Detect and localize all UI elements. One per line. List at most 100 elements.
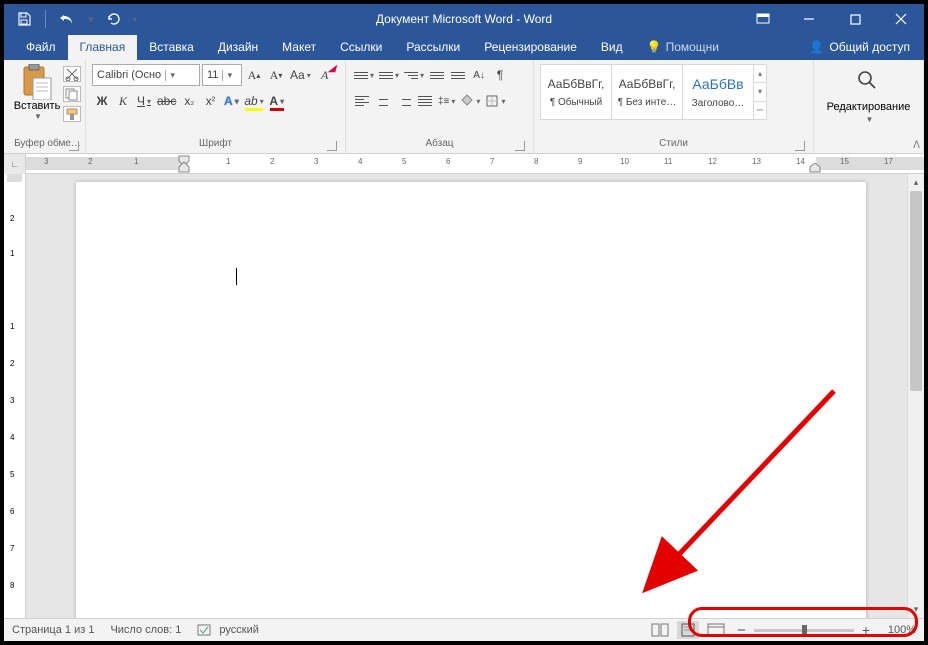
ruler-horizontal[interactable]: ∟ 3 2 1 1 2 3 4 5 6 7 8 9 10 11 12 13 14… (4, 154, 924, 174)
scroll-down-icon[interactable]: ▾ (908, 601, 924, 618)
align-center-icon[interactable] (373, 90, 393, 112)
person-icon: 👤 (809, 40, 824, 54)
indent-marker-right[interactable] (808, 163, 822, 173)
save-icon[interactable] (16, 11, 32, 27)
group-editing-label: Редактирование (827, 101, 911, 113)
dialog-launcher-icon[interactable] (69, 141, 79, 151)
read-mode-icon[interactable] (649, 621, 671, 639)
share-button[interactable]: 👤Общий доступ (797, 35, 924, 60)
styles-gallery-scroll[interactable]: ▴▾⎓ (753, 64, 767, 120)
strikethrough-button[interactable]: abc (155, 90, 178, 112)
tab-file[interactable]: Файл (14, 35, 68, 60)
close-icon[interactable] (878, 4, 924, 34)
grow-font-icon[interactable]: A▴ (244, 64, 264, 86)
tab-layout[interactable]: Макет (270, 35, 328, 60)
qat-customize-dropdown[interactable]: ▾ (133, 15, 137, 24)
font-name-combo[interactable]: Calibri (Осно▾ (92, 64, 200, 86)
status-wordcount[interactable]: Число слов: 1 (110, 624, 181, 636)
style-heading1[interactable]: АаБбВвЗаголово… (682, 64, 754, 120)
group-styles-label: Стили (659, 138, 688, 149)
proofing-icon[interactable]: русский (197, 623, 258, 637)
clipboard-icon (20, 64, 54, 100)
group-clipboard: Вставить ▼ Буфер обме… (4, 60, 86, 153)
format-painter-icon[interactable] (63, 106, 81, 122)
indent-marker-left[interactable] (176, 155, 192, 173)
undo-dropdown[interactable]: ▼ (87, 15, 95, 24)
web-layout-icon[interactable] (705, 621, 727, 639)
zoom-slider[interactable] (754, 629, 854, 632)
show-marks-icon[interactable]: ¶ (490, 64, 510, 86)
ribbon-display-options-icon[interactable] (740, 4, 786, 34)
tab-view[interactable]: Вид (589, 35, 635, 60)
sort-icon[interactable]: A↓ (469, 64, 489, 86)
text-cursor (236, 268, 237, 285)
group-paragraph: ▾ ▾ ▾ A↓ ¶ ‡≡▾ ▾ ▾ Абзац (346, 60, 534, 153)
document-area: 2 1 1 2 3 4 5 6 7 8 (4, 174, 924, 618)
group-styles: АаБбВвГг,¶ Обычный АаБбВвГг,¶ Без инте… … (534, 60, 814, 153)
status-page[interactable]: Страница 1 из 1 (12, 624, 94, 636)
text-effects-icon[interactable]: A▾ (221, 90, 241, 112)
underline-button[interactable]: Ч▾ (134, 90, 154, 112)
justify-icon[interactable] (415, 90, 435, 112)
highlight-color-icon[interactable]: ab▾ (242, 90, 265, 112)
numbering-icon[interactable]: ▾ (377, 64, 401, 86)
tab-review[interactable]: Рецензирование (472, 35, 589, 60)
subscript-button[interactable]: x₂ (179, 90, 199, 112)
multilevel-list-icon[interactable]: ▾ (402, 64, 426, 86)
scroll-up-icon[interactable]: ▴ (908, 174, 924, 191)
zoom-in-button[interactable]: + (858, 622, 874, 638)
tab-references[interactable]: Ссылки (328, 35, 394, 60)
decrease-indent-icon[interactable] (427, 64, 447, 86)
group-editing: Редактирование ▼ (814, 60, 924, 153)
find-icon[interactable] (855, 68, 881, 99)
scrollbar-vertical[interactable]: ▴ ▾ (907, 174, 924, 618)
superscript-button[interactable]: x² (200, 90, 220, 112)
cut-icon[interactable] (63, 66, 81, 82)
tab-insert[interactable]: Вставка (137, 35, 206, 60)
font-color-icon[interactable]: A▾ (267, 90, 287, 112)
tab-home[interactable]: Главная (68, 35, 138, 60)
copy-icon[interactable] (63, 86, 81, 102)
change-case-icon[interactable]: Aa▾ (288, 64, 313, 86)
style-no-spacing[interactable]: АаБбВвГг,¶ Без инте… (611, 64, 683, 120)
style-normal[interactable]: АаБбВвГг,¶ Обычный (540, 64, 612, 120)
zoom-out-button[interactable]: − (733, 622, 750, 639)
scroll-thumb[interactable] (910, 191, 922, 391)
group-font: Calibri (Осно▾ 11▾ A▴ A▾ Aa▾ A◢ Ж К Ч▾ a… (86, 60, 346, 153)
shading-icon[interactable]: ▾ (458, 90, 482, 112)
increase-indent-icon[interactable] (448, 64, 468, 86)
tab-selector[interactable]: ∟ (4, 154, 26, 174)
paste-button[interactable]: Вставить ▼ (14, 64, 60, 122)
group-font-label: Шрифт (199, 138, 232, 149)
dialog-launcher-icon[interactable] (515, 141, 525, 151)
ruler-vertical[interactable]: 2 1 1 2 3 4 5 6 7 8 (4, 174, 26, 618)
clear-formatting-icon[interactable]: A◢ (315, 64, 335, 86)
align-left-icon[interactable] (352, 90, 372, 112)
bold-button[interactable]: Ж (92, 90, 112, 112)
minimize-icon[interactable] (786, 4, 832, 34)
page[interactable] (76, 182, 866, 618)
shrink-font-icon[interactable]: A▾ (266, 64, 286, 86)
dialog-launcher-icon[interactable] (795, 141, 805, 151)
collapse-ribbon-icon[interactable]: ᐱ (913, 140, 920, 151)
status-bar: Страница 1 из 1 Число слов: 1 русский − … (4, 618, 924, 641)
tab-mailings[interactable]: Рассылки (394, 35, 472, 60)
dialog-launcher-icon[interactable] (327, 141, 337, 151)
redo-icon[interactable] (105, 11, 121, 27)
undo-icon[interactable] (59, 11, 75, 27)
font-size-combo[interactable]: 11▾ (202, 64, 242, 86)
window-title: Документ Microsoft Word - Word (376, 12, 552, 26)
line-spacing-icon[interactable]: ‡≡▾ (436, 90, 457, 112)
borders-icon[interactable]: ▾ (483, 90, 507, 112)
align-right-icon[interactable] (394, 90, 414, 112)
italic-button[interactable]: К (113, 90, 133, 112)
tell-me[interactable]: 💡Помощни (635, 35, 731, 60)
status-language[interactable]: русский (219, 624, 258, 636)
tab-design[interactable]: Дизайн (206, 35, 270, 60)
zoom-level[interactable]: 100% (878, 624, 916, 636)
print-layout-icon[interactable] (677, 621, 699, 639)
bullets-icon[interactable]: ▾ (352, 64, 376, 86)
quick-access-toolbar: ▼ ▾ (4, 10, 137, 28)
maximize-icon[interactable] (832, 4, 878, 34)
title-bar: ▼ ▾ Документ Microsoft Word - Word (4, 4, 924, 34)
